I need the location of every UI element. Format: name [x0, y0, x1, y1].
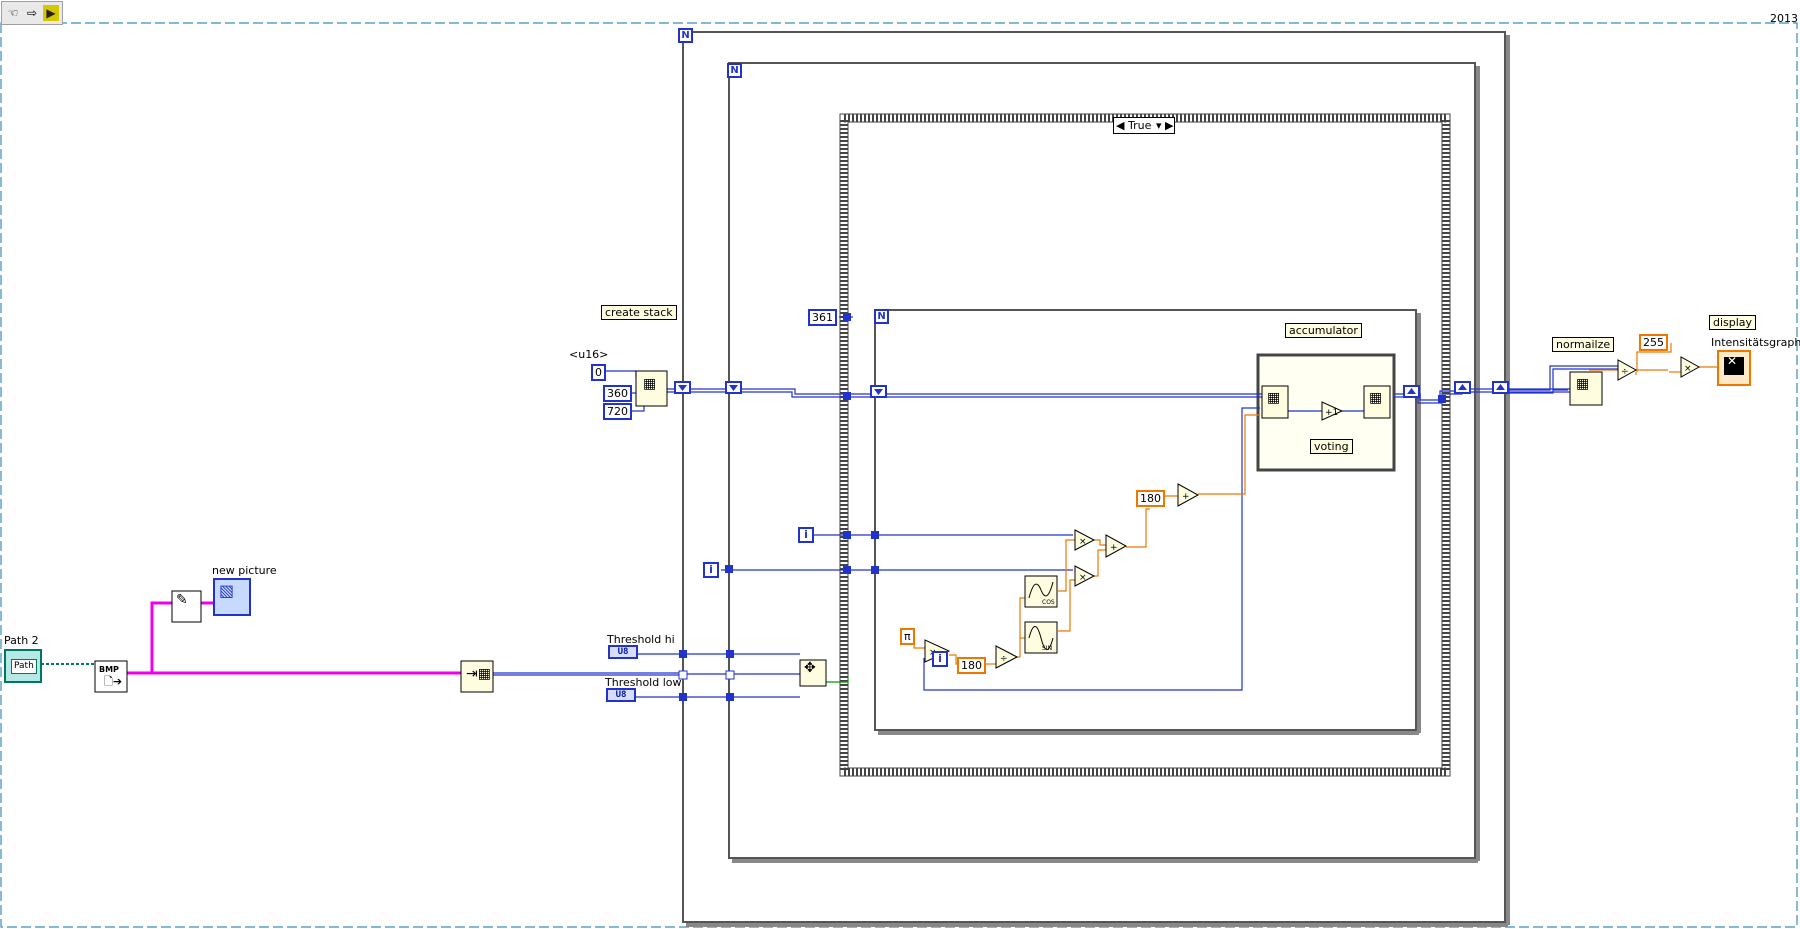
svg-text:×: × [1684, 364, 1692, 374]
toolbar: ☜ ⇨ ▶ [1, 1, 63, 25]
case-dropdown-icon[interactable]: ▾ [1156, 118, 1162, 133]
file-arrow-icon: 🗋➔ [104, 675, 123, 688]
lightbulb-icon[interactable]: ▶ [43, 5, 59, 21]
angle-180-constant-b[interactable]: 180 [957, 657, 986, 674]
svg-text:×: × [1079, 537, 1087, 547]
new-picture-label: new picture [212, 564, 277, 577]
angle-180-constant-a[interactable]: 180 [1136, 490, 1165, 507]
unflatten-pixmap-icon[interactable]: ⇥▦ [466, 667, 491, 681]
version-label: 2013 [1770, 12, 1798, 25]
case-next-icon[interactable]: ▶ [1165, 118, 1173, 133]
accumulator-label: accumulator [1285, 323, 1362, 338]
in-range-icon[interactable]: ✥ [804, 661, 816, 675]
intensity-graph-label: Intensitätsgraph [1711, 336, 1800, 349]
svg-text:×: × [1079, 573, 1087, 583]
block-diagram: × ÷ × × + + +1 ÷ × COS SIN [0, 22, 1798, 928]
outer-loop-iteration-terminal[interactable]: i [703, 562, 719, 578]
dim-720-constant[interactable]: 720 [603, 403, 632, 420]
middle-loop-count-terminal[interactable]: N [727, 63, 742, 78]
picture-indicator-icon[interactable]: ▧ [219, 583, 234, 599]
dim-360-constant[interactable]: 360 [603, 385, 632, 402]
intensity-graph-icon[interactable]: ✕ [1727, 355, 1737, 368]
create-stack-label: create stack [601, 305, 677, 320]
normalize-label: normailze [1552, 337, 1615, 352]
loop-count-constant[interactable]: 361 [808, 309, 837, 326]
outer-loop-count-terminal[interactable]: N [678, 28, 693, 43]
threshold-hi-control[interactable]: U8 [608, 645, 638, 659]
display-label: display [1709, 315, 1757, 330]
path-label: Path 2 [4, 634, 39, 647]
case-selected-label: True [1128, 119, 1152, 132]
draw-picture-icon[interactable]: ✎ [176, 593, 188, 607]
zero-constant[interactable]: 0 [591, 364, 606, 381]
initialize-array-icon[interactable]: ▦ [643, 377, 656, 391]
path-control[interactable]: Path [11, 659, 37, 674]
svg-text:+: + [1110, 543, 1118, 553]
inner-loop-count-terminal[interactable]: N [874, 309, 889, 324]
svg-text:÷: ÷ [1000, 654, 1008, 664]
case-prev-icon[interactable]: ◀ [1116, 118, 1124, 133]
pi-constant[interactable]: π [900, 628, 915, 645]
u16-label: <u16> [569, 348, 609, 361]
svg-text:+1: +1 [1325, 408, 1338, 418]
max-255-constant[interactable]: 255 [1639, 334, 1668, 351]
array-max-min-icon[interactable]: ▦ [1576, 377, 1589, 391]
middle-loop-iteration-terminal[interactable]: i [798, 527, 814, 543]
hand-icon[interactable]: ☜ [5, 5, 21, 21]
voting-label: voting [1310, 439, 1353, 454]
inner-loop-iteration-terminal[interactable]: i [932, 651, 948, 667]
svg-text:SIN: SIN [1042, 645, 1052, 652]
outer-for-loop [682, 31, 1510, 927]
index-array-icon[interactable]: ▦ [1267, 391, 1280, 405]
replace-subset-icon[interactable]: ▦ [1369, 391, 1382, 405]
case-selector[interactable]: ◀ True ▾ ▶ [1113, 117, 1175, 134]
outer-frame [0, 22, 1798, 928]
svg-text:COS: COS [1042, 599, 1055, 606]
arrow-icon[interactable]: ⇨ [24, 5, 40, 21]
svg-text:÷: ÷ [1621, 367, 1629, 377]
threshold-low-control[interactable]: U8 [606, 688, 636, 702]
svg-text:+: + [1182, 492, 1190, 502]
